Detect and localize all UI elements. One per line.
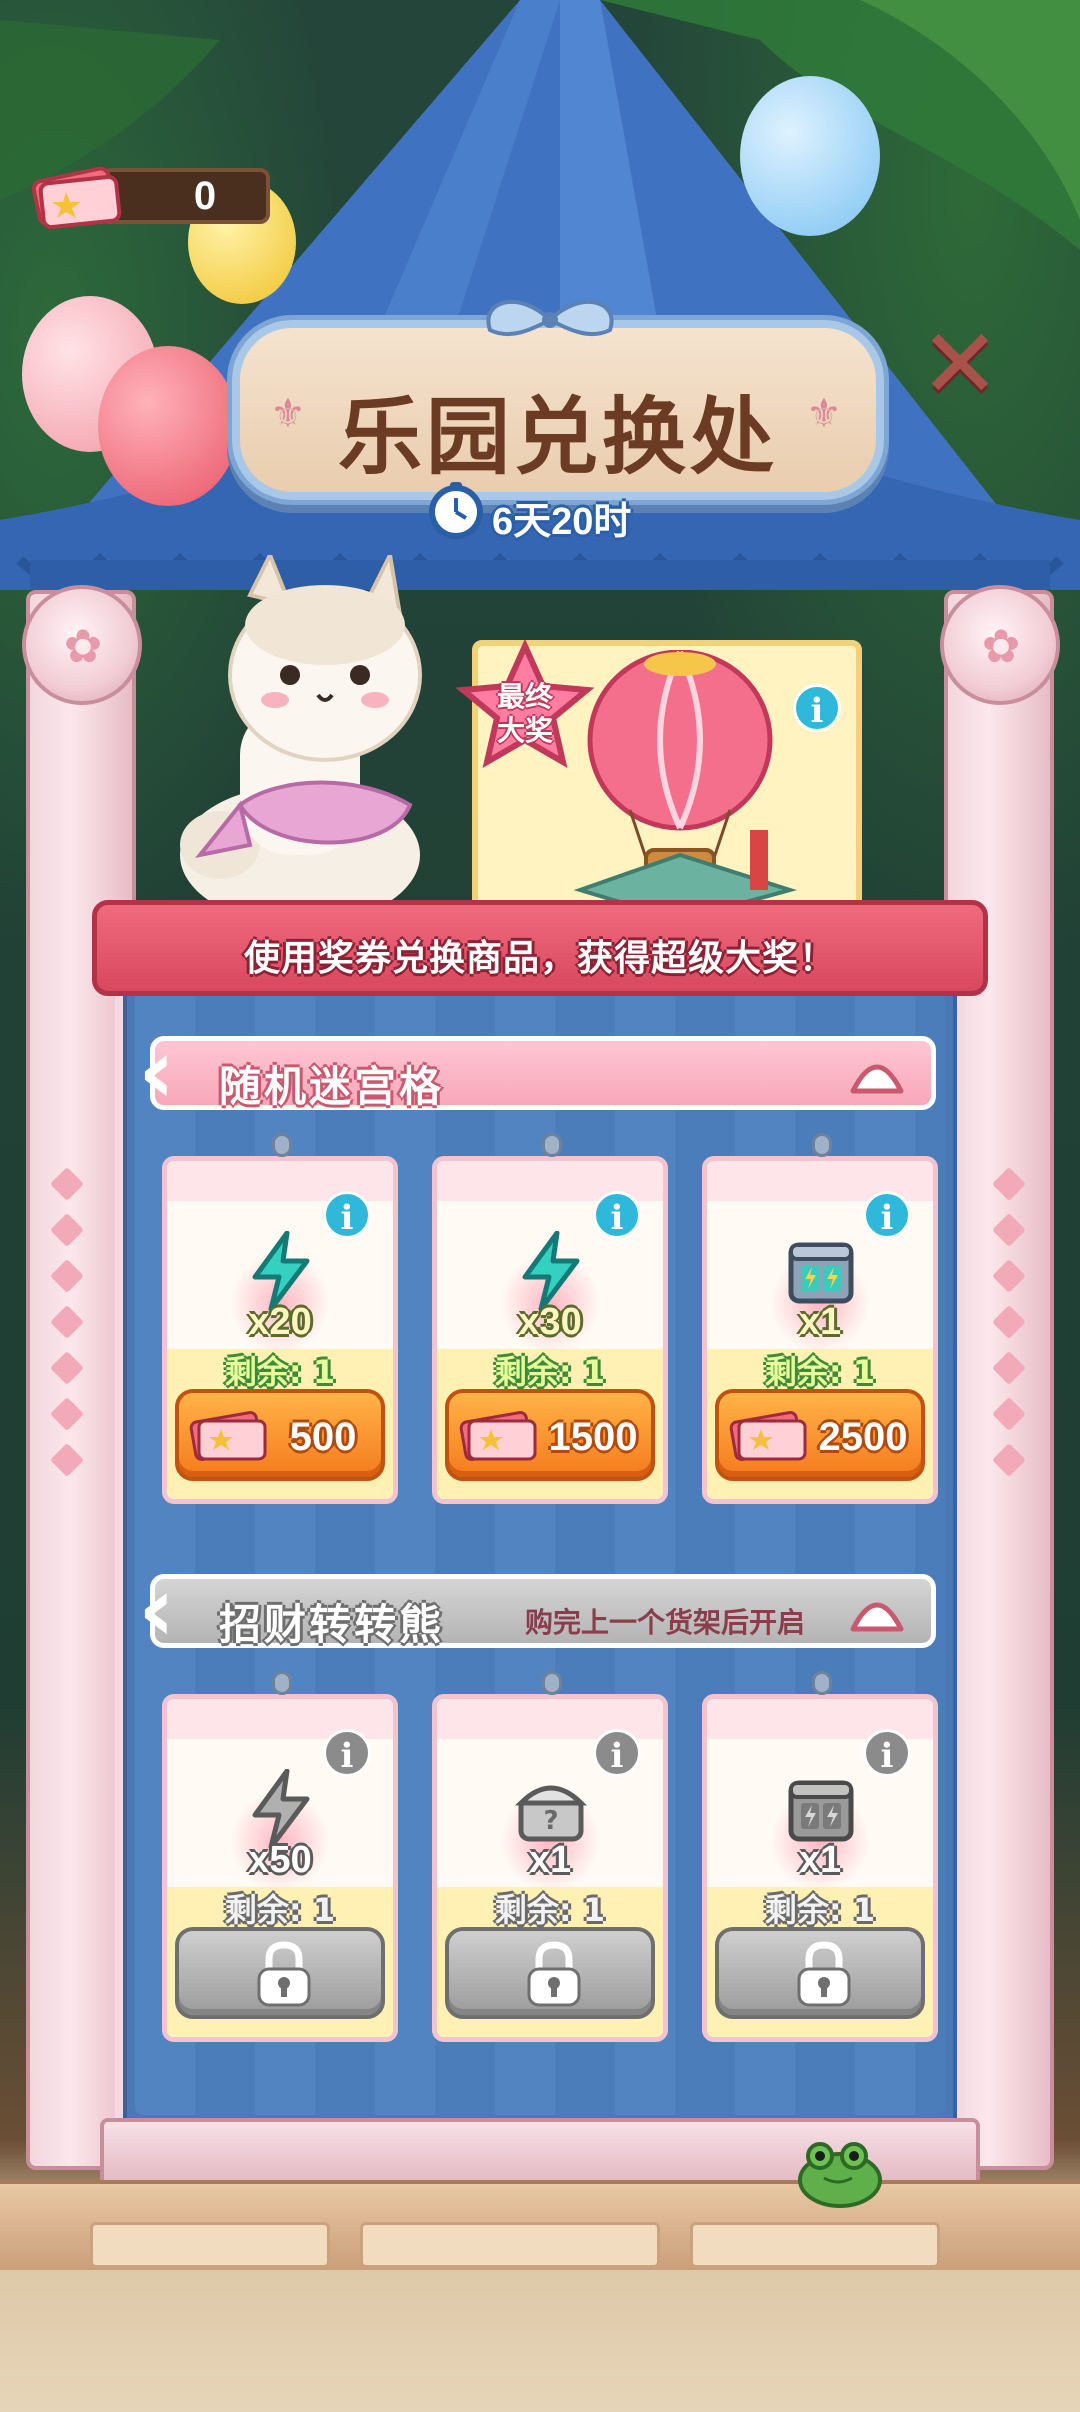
hanger-hook — [812, 1133, 832, 1157]
shop-item-card[interactable]: i x1 剩余: 1 2500 — [702, 1133, 938, 1504]
ticket-icon — [189, 1411, 267, 1461]
svg-text:?: ? — [543, 1806, 558, 1836]
energy-crate-icon — [788, 1780, 854, 1842]
lock-icon — [527, 1941, 581, 2007]
hanger-hook — [542, 1671, 562, 1695]
item-price: 2500 — [818, 1415, 908, 1459]
timer-text: 6天20时 — [492, 501, 632, 543]
section-header-bear[interactable]: 招财转转熊 购完上一个货架后开启 — [150, 1574, 936, 1649]
item-price: 1500 — [548, 1415, 638, 1459]
close-button[interactable]: ✕ — [918, 316, 1002, 412]
flower-icon: ✿ — [63, 619, 103, 673]
info-icon[interactable]: i — [323, 1729, 371, 1777]
item-price: 500 — [289, 1415, 357, 1459]
item-remaining: 剩余: 1 — [224, 1891, 336, 1929]
stage-floor — [0, 2180, 1080, 2270]
hint-ribbon: 使用奖券兑换商品，获得超级大奖！ — [92, 900, 988, 996]
lock-icon — [257, 1941, 311, 2007]
hanger-hook — [812, 1671, 832, 1695]
frog-icon — [798, 2142, 882, 2208]
info-icon[interactable]: i — [863, 1729, 911, 1777]
buy-button[interactable]: 2500 — [715, 1389, 925, 1481]
info-icon[interactable]: i — [323, 1191, 371, 1239]
locked-buy-button[interactable] — [445, 1927, 655, 2019]
info-icon[interactable]: i — [593, 1729, 641, 1777]
grand-prize-badge-text: 最终大奖 — [496, 680, 553, 747]
lightning-energy-icon — [252, 1231, 310, 1311]
collapse-toggle-icon[interactable] — [845, 1589, 909, 1635]
left-diamond-pattern — [50, 1150, 84, 1494]
bow-ornament-icon — [486, 300, 614, 337]
shop-item-card[interactable]: i x50 剩余: 1 — [162, 1671, 398, 2042]
buy-button[interactable]: 500 — [175, 1389, 385, 1481]
item-remaining: 剩余: 1 — [224, 1353, 336, 1391]
item-remaining: 剩余: 1 — [494, 1891, 606, 1929]
alpaca-mascot — [180, 555, 422, 925]
pink-balloon-right — [98, 346, 238, 506]
lightning-energy-icon — [252, 1769, 310, 1849]
ticket-counter: 0 — [30, 160, 270, 232]
section-unlock-note: 购完上一个货架后开启 — [525, 1606, 806, 1639]
shop-item-card[interactable]: i x30 剩余: 1 1500 — [432, 1133, 668, 1504]
shop-item-card[interactable]: i x1 剩余: 1 — [702, 1671, 938, 2042]
hot-air-balloon-icon — [573, 650, 798, 920]
clock-icon — [429, 482, 483, 539]
section-title: 随机迷宫格 — [219, 1062, 445, 1111]
flower-icon: ✿ — [981, 619, 1021, 673]
item-quantity: x30 — [518, 1301, 582, 1343]
ticket-icon — [31, 166, 122, 230]
item-quantity: x1 — [798, 1839, 842, 1881]
item-remaining: 剩余: 1 — [764, 1353, 876, 1391]
item-quantity: x50 — [248, 1839, 312, 1881]
section-header-maze[interactable]: 随机迷宫格 — [150, 1036, 936, 1111]
right-pillar-cap: ✿ — [940, 585, 1060, 705]
blue-balloon — [740, 76, 880, 236]
buy-button[interactable]: 1500 — [445, 1389, 655, 1481]
chevron-left-icon: ‹ — [138, 1019, 176, 1124]
chevron-left-icon: ‹ — [138, 1557, 176, 1662]
info-icon[interactable]: i — [863, 1191, 911, 1239]
locked-buy-button[interactable] — [715, 1927, 925, 2019]
item-quantity: x20 — [248, 1301, 312, 1343]
item-remaining: 剩余: 1 — [764, 1891, 876, 1929]
info-icon[interactable]: i — [593, 1191, 641, 1239]
lock-icon — [797, 1941, 851, 2007]
shop-item-card[interactable]: i x20 剩余: 1 500 — [162, 1133, 398, 1504]
section-title: 招财转转熊 — [219, 1600, 445, 1649]
countdown-timer: 6天20时 — [426, 480, 686, 543]
mystery-chest-icon: ? — [515, 1785, 587, 1842]
page-title: 乐园兑换处 — [337, 388, 778, 486]
locked-buy-button[interactable] — [175, 1927, 385, 2019]
item-quantity: x1 — [528, 1839, 572, 1881]
ticket-count: 0 — [193, 174, 217, 218]
item-remaining: 剩余: 1 — [494, 1353, 606, 1391]
energy-crate-icon — [788, 1242, 854, 1304]
ticket-icon — [729, 1411, 807, 1461]
hanger-hook — [272, 1671, 292, 1695]
grand-prize-info-icon[interactable]: i — [793, 684, 841, 732]
fleur-right-icon: ⚜ — [806, 391, 842, 437]
collapse-toggle-icon[interactable] — [845, 1051, 909, 1097]
item-quantity: x1 — [798, 1301, 842, 1343]
shop-item-card[interactable]: i ? x1 剩余: 1 — [432, 1671, 668, 2042]
lightning-energy-icon — [522, 1231, 580, 1311]
ticket-icon — [459, 1411, 537, 1461]
hanger-hook — [272, 1133, 292, 1157]
hanger-hook — [542, 1133, 562, 1157]
left-pillar-cap: ✿ — [22, 585, 142, 705]
right-diamond-pattern — [992, 1150, 1026, 1494]
hint-text: 使用奖券兑换商品，获得超级大奖！ — [243, 938, 836, 979]
